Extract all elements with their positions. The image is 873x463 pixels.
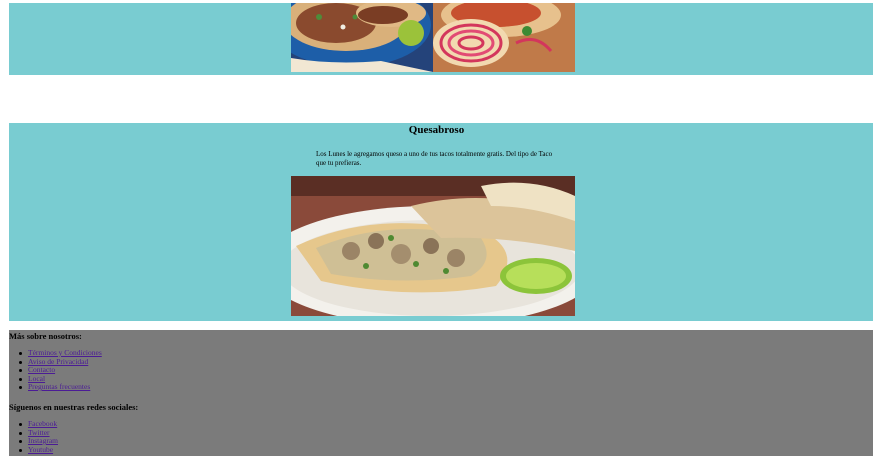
- youtube-link[interactable]: Youtube: [28, 445, 53, 454]
- social-heading: Síguenos en nuestras redes sociales:: [9, 402, 139, 412]
- about-links-list: Términos y Condiciones Aviso de Privacid…: [17, 348, 102, 392]
- list-item: Preguntas frecuentes: [17, 382, 102, 392]
- site-footer: Más sobre nosotros: Términos y Condicion…: [9, 330, 873, 456]
- tacos-photo: [291, 3, 575, 72]
- promo-title: Quesabroso: [408, 124, 465, 136]
- promo-description: Los Lunes le agregamos queso a uno de tu…: [316, 150, 553, 167]
- list-item: Youtube: [17, 445, 58, 455]
- social-links-list: Facebook Twitter Instagram Youtube: [17, 419, 58, 455]
- quesabroso-photo: [291, 176, 575, 316]
- faq-link[interactable]: Preguntas frecuentes: [28, 382, 90, 391]
- about-heading: Más sobre nosotros:: [9, 331, 82, 341]
